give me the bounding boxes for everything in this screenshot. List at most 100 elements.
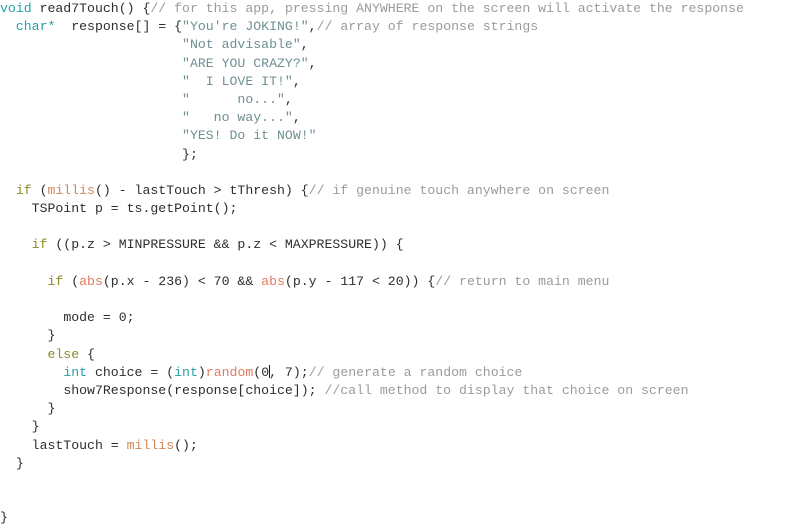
code-token-plain: } <box>15 455 24 471</box>
code-token-plain: , <box>308 55 317 71</box>
code-token-plain: }; <box>182 146 198 162</box>
code-token-plain: (p.x - 236) < 70 && <box>102 273 262 289</box>
code-token-comment: // for this app, pressing ANYWHERE on th… <box>150 1 744 16</box>
code-token-type: void <box>0 1 32 16</box>
code-line: if ((p.z > MINPRESSURE && p.z < MAXPRESS… <box>0 236 800 254</box>
code-line: "ARE YOU CRAZY?", <box>0 55 800 73</box>
code-line: } <box>0 327 800 345</box>
code-token-func2: abs <box>261 273 285 289</box>
code-line: " I LOVE IT!", <box>0 73 800 91</box>
code-token-comment: // array of response strings <box>316 19 539 35</box>
code-line: " no...", <box>0 91 800 109</box>
code-token-string: "YES! Do it NOW!" <box>182 128 317 144</box>
code-token-plain: choice = ( <box>87 364 175 380</box>
code-token-comment: //call method to display that choice on … <box>324 382 689 398</box>
code-token-keyword: if <box>31 237 48 253</box>
code-line: show7Response(response[choice]); //call … <box>0 382 800 400</box>
code-line: } <box>0 455 800 473</box>
code-line: } <box>0 418 800 436</box>
code-token-plain: ( <box>63 273 80 289</box>
code-token-plain: show7Response(response[choice]); <box>63 382 325 398</box>
code-token-type: int <box>174 364 198 380</box>
code-token-keyword: else <box>47 346 80 362</box>
code-line: mode = 0; <box>0 309 800 327</box>
code-token-plain: ((p.z > MINPRESSURE && p.z < MAXPRESSURE… <box>47 237 404 253</box>
code-token-plain: } <box>31 419 40 435</box>
code-token-type: int <box>63 364 88 380</box>
code-line: lastTouch = millis(); <box>0 437 800 455</box>
code-token-comment: // generate a random choice <box>308 364 523 380</box>
code-token-plain: (0 <box>253 364 270 380</box>
code-token-plain: , <box>292 73 301 89</box>
code-token-plain: read7Touch() { <box>31 1 151 16</box>
code-token-plain: , <box>300 37 309 53</box>
code-token-plain: } <box>47 328 56 344</box>
code-listing[interactable]: void read7Touch() {// for this app, pres… <box>0 0 800 525</box>
code-token-plain: , 7); <box>269 364 309 380</box>
code-token-plain: () - lastTouch > tThresh) { <box>94 182 309 198</box>
code-token-plain: , <box>284 91 293 107</box>
code-line: void read7Touch() {// for this app, pres… <box>0 0 800 18</box>
code-token-func: millis <box>47 182 95 198</box>
code-token-plain: , <box>308 19 317 35</box>
code-token-plain: TSPoint p = ts.getPoint(); <box>31 201 238 217</box>
code-token-plain: (p.y - 117 < 20)) { <box>284 273 436 289</box>
code-token-plain: lastTouch = <box>31 437 127 453</box>
code-line: } <box>0 509 800 527</box>
code-token-comment: // if genuine touch anywhere on screen <box>308 182 610 198</box>
code-token-string: "ARE YOU CRAZY?" <box>182 55 309 71</box>
code-token-plain: ) <box>197 364 206 380</box>
code-line: int choice = (int)random(0, 7);// genera… <box>0 364 800 382</box>
code-token-string: "Not advisable" <box>182 37 301 53</box>
code-line: if (abs(p.x - 236) < 70 && abs(p.y - 117… <box>0 273 800 291</box>
code-token-keyword: if <box>15 182 32 198</box>
code-token-string: " no way..." <box>182 110 293 126</box>
code-token-string: " no..." <box>182 91 285 107</box>
code-token-plain: } <box>0 510 8 526</box>
code-line: }; <box>0 146 800 164</box>
code-token-type: char* <box>15 19 56 35</box>
code-token-func2: abs <box>79 273 103 289</box>
code-token-comment: // return to main menu <box>435 273 610 289</box>
code-line: "Not advisable", <box>0 36 800 54</box>
code-line: else { <box>0 346 800 364</box>
code-token-plain: } <box>47 401 56 417</box>
code-token-plain: , <box>292 110 301 126</box>
code-line: "YES! Do it NOW!" <box>0 127 800 145</box>
code-token-plain: mode = 0; <box>63 310 135 326</box>
code-line: char* response[] = {"You're JOKING!",// … <box>0 18 800 36</box>
code-token-string: " I LOVE IT!" <box>182 73 293 89</box>
code-line: TSPoint p = ts.getPoint(); <box>0 200 800 218</box>
code-token-keyword: if <box>47 273 64 289</box>
code-token-func: millis <box>126 437 175 453</box>
code-token-func2: random <box>205 364 254 380</box>
code-line: } <box>0 400 800 418</box>
code-token-string: "You're JOKING!" <box>182 19 309 35</box>
code-token-plain: response[] = { <box>55 19 183 35</box>
